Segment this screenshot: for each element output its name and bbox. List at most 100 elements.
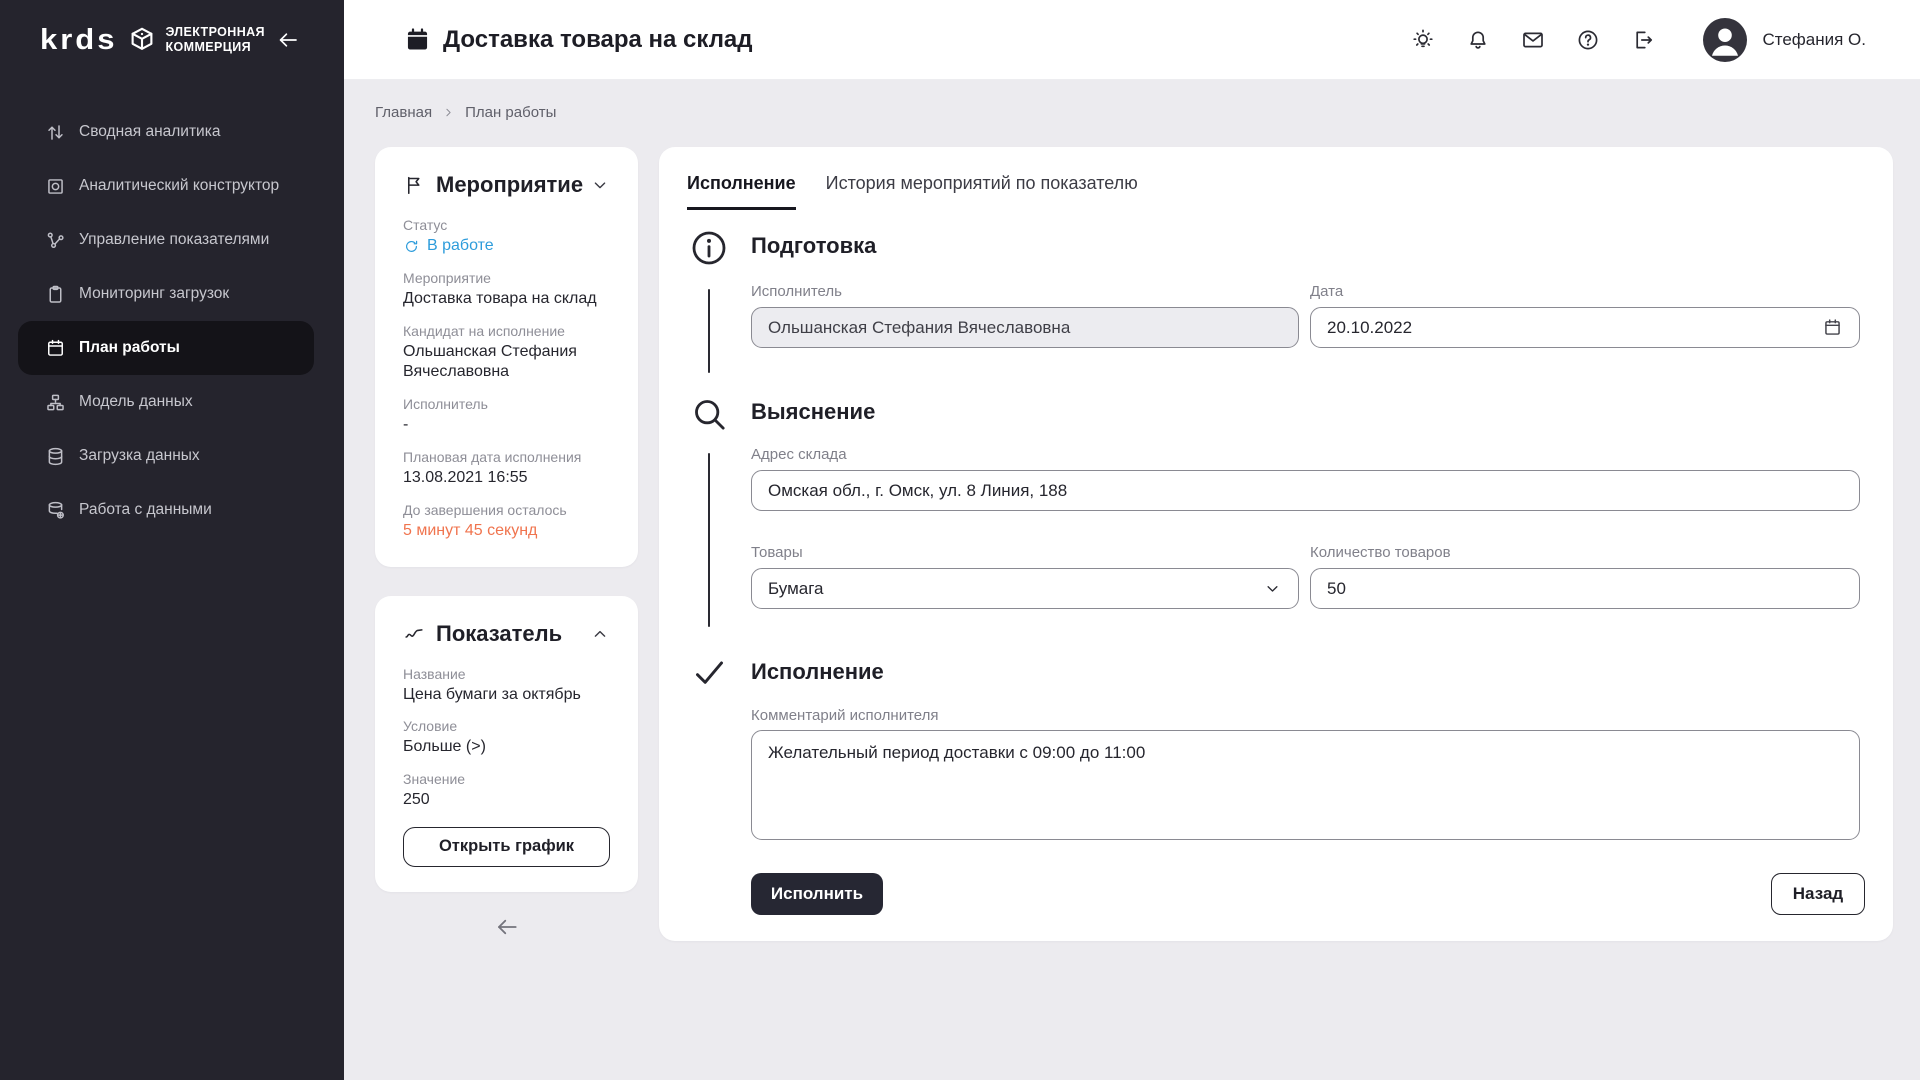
sidebar-item-label: Сводная аналитика [79, 123, 220, 141]
card-field-label: Название [403, 666, 610, 682]
card-field-label: Мероприятие [403, 270, 610, 286]
tab-history[interactable]: История мероприятий по показателю [826, 173, 1138, 210]
executor-comment-label: Комментарий исполнителя [751, 707, 939, 724]
chevron-up-icon [590, 624, 610, 644]
avatar[interactable] [1703, 18, 1747, 62]
sidebar-item-label: Работа с данными [79, 501, 212, 519]
sidebar-item-work-plan[interactable]: План работы [18, 321, 314, 375]
section-clarification-title: Выяснение [751, 399, 875, 425]
event-card-title: Мероприятие [436, 172, 583, 198]
bell-button[interactable] [1466, 28, 1490, 52]
warehouse-address-input[interactable] [751, 470, 1860, 511]
sidebar-item-label: Загрузка данных [79, 447, 200, 465]
clipboard-icon [45, 284, 66, 305]
executor-comment-textarea[interactable]: Желательный период доставки с 09:00 до 1… [751, 730, 1860, 840]
go-back-button[interactable] [494, 914, 520, 940]
brand-logo: krds [40, 23, 117, 56]
card-field-value: 250 [403, 790, 610, 811]
sidebar-item-summary-analytics[interactable]: Сводная аналитика [18, 105, 314, 159]
idea-button[interactable] [1411, 28, 1435, 52]
sidebar-item-data-work[interactable]: Работа с данными [18, 483, 314, 537]
content: Главная План работы Мероприятие Статус В … [344, 80, 1920, 1080]
database2-icon [45, 500, 66, 521]
trend-icon [403, 623, 425, 645]
card-field-label: Плановая дата исполнения [403, 449, 610, 465]
card-field-label: Статус [403, 217, 610, 233]
card-field: До завершения осталось5 минут 45 секунд [403, 502, 610, 542]
hierarchy-icon [45, 392, 66, 413]
sidebar-item-data-loading[interactable]: Загрузка данных [18, 429, 314, 483]
step-connector [708, 289, 710, 373]
card-field-label: Условие [403, 718, 610, 734]
sidebar-item-label: Управление показателями [79, 231, 269, 249]
help-button[interactable] [1576, 28, 1600, 52]
card-field: Кандидат на исполнениеОльшанская Стефани… [403, 323, 610, 384]
event-card: Мероприятие Статус В работе Мероприятие Дос… [375, 147, 638, 567]
calendar-title-icon [404, 26, 431, 53]
indicator-card: Показатель НазваниеЦена бумаги за октябр… [375, 596, 638, 892]
section-preparation-title: Подготовка [751, 233, 876, 259]
search-icon [689, 394, 729, 434]
executor-input[interactable] [751, 307, 1299, 348]
sidebar-item-label: План работы [79, 339, 180, 357]
logout-icon [1631, 28, 1655, 52]
mail-button[interactable] [1521, 28, 1545, 52]
chevron-down-icon [590, 175, 610, 195]
sidebar-item-data-model[interactable]: Модель данных [18, 375, 314, 429]
tab-execution[interactable]: Исполнение [687, 173, 796, 210]
goods-select[interactable]: Бумага [751, 568, 1299, 609]
refresh-icon [403, 238, 420, 255]
sidebar-collapse-button[interactable] [276, 28, 300, 52]
check-icon [691, 654, 728, 691]
back-button[interactable]: Назад [1771, 873, 1865, 915]
page-title: Доставка товара на склад [443, 26, 753, 54]
card-field-label: До завершения осталось [403, 502, 610, 518]
topbar: Доставка товара на склад Стефания О. [344, 0, 1920, 80]
open-chart-button[interactable]: Открыть график [403, 827, 610, 867]
goods-label: Товары [751, 544, 803, 561]
card-field-value: В работе [403, 236, 610, 257]
step-connector [708, 453, 710, 627]
user-menu[interactable]: Стефания О. [1703, 18, 1866, 62]
event-card-fields: Статус В работе Мероприятие Доставка товара… [403, 217, 610, 542]
breadcrumb: Главная План работы [375, 104, 556, 121]
logout-button[interactable] [1631, 28, 1655, 52]
card-field-value: Больше (>) [403, 737, 610, 758]
sidebar-item-analytic-constructor[interactable]: Аналитический конструктор [18, 159, 314, 213]
calendar-picker-icon[interactable] [1822, 317, 1843, 338]
sidebar-item-indicator-management[interactable]: Управление показателями [18, 213, 314, 267]
date-input[interactable]: 20.10.2022 [1310, 307, 1860, 348]
sidebar-item-label: Аналитический конструктор [79, 177, 279, 195]
user-name: Стефания О. [1762, 30, 1866, 50]
card-field-value: Цена бумаги за октябрь [403, 685, 610, 706]
card-field-label: Кандидат на исполнение [403, 323, 610, 339]
constructor-icon [45, 176, 66, 197]
card-field-label: Значение [403, 771, 610, 787]
collapse-indicator-card-button[interactable] [590, 624, 610, 644]
tabs: Исполнение История мероприятий по показа… [687, 173, 1138, 210]
flag-icon [403, 174, 425, 196]
card-field: Статус В работе [403, 217, 610, 257]
arrow-left-icon [494, 914, 520, 940]
execute-button[interactable]: Исполнить [751, 873, 883, 915]
card-field-value: - [403, 415, 610, 436]
sidebar-item-load-monitoring[interactable]: Мониторинг загрузок [18, 267, 314, 321]
card-field: Название Цена бумаги за октябрь [403, 666, 610, 706]
back-arrow-row [375, 914, 638, 945]
indicators-icon [45, 230, 66, 251]
indicator-card-fields: Название Цена бумаги за октябрь Условие Бол… [403, 666, 610, 811]
card-field-value: Доставка товара на склад [403, 289, 610, 310]
arrow-left-icon [276, 28, 300, 52]
idea-icon [1411, 28, 1435, 52]
sidebar-item-label: Мониторинг загрузок [79, 285, 229, 303]
card-field-label: Исполнитель [403, 396, 610, 412]
analytics-icon [45, 122, 66, 143]
card-field-value: 13.08.2021 16:55 [403, 468, 610, 489]
quantity-input[interactable] [1310, 568, 1860, 609]
date-value: 20.10.2022 [1327, 318, 1412, 338]
breadcrumb-home[interactable]: Главная [375, 104, 432, 121]
card-field: Исполнитель - [403, 396, 610, 436]
collapse-event-card-button[interactable] [590, 175, 610, 195]
database-icon [45, 446, 66, 467]
quantity-label: Количество товаров [1310, 544, 1451, 561]
